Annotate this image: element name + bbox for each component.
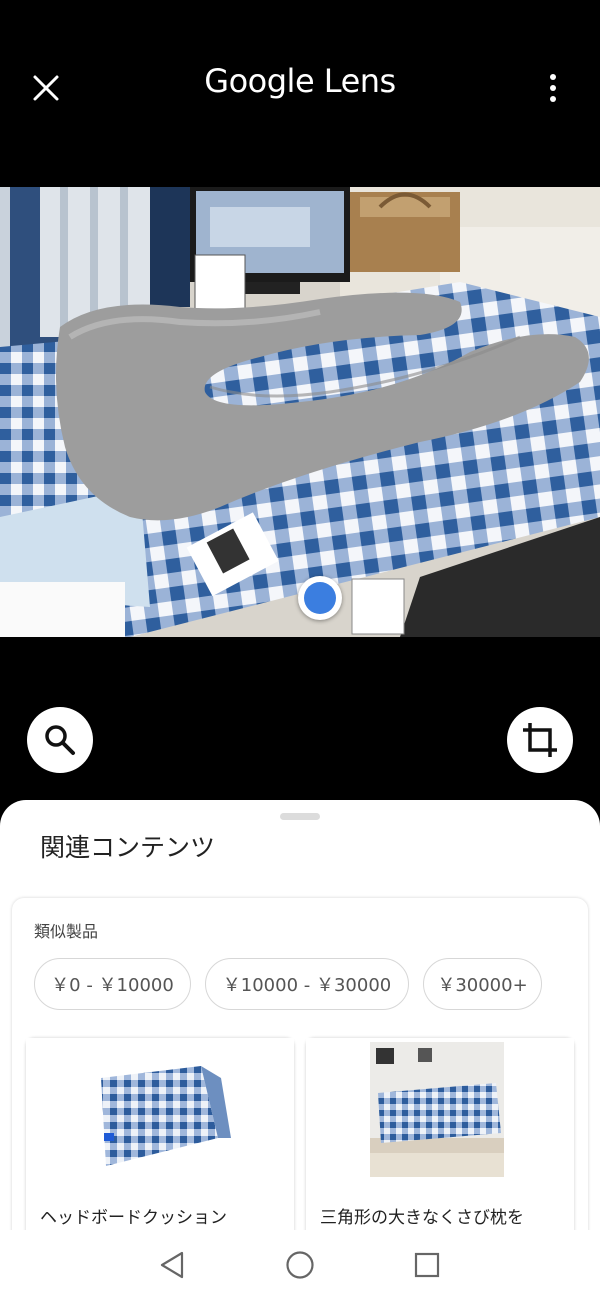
top-bar: Google Lens [0, 0, 600, 180]
product-image [26, 1038, 294, 1188]
more-vert-icon [550, 74, 556, 80]
captured-photo[interactable] [0, 187, 600, 637]
object-focus-dot[interactable] [298, 576, 342, 620]
product-card[interactable]: ヘッドボードクッション [26, 1038, 294, 1230]
nav-recents-button[interactable] [410, 1248, 444, 1282]
similar-products-card: 類似製品 ￥0 - ￥10000 ￥10000 - ￥30000 ￥30000+ [12, 898, 588, 1230]
product-name: 三角形の大きなくさび枕を [320, 1208, 524, 1228]
system-nav-bar [0, 1230, 600, 1300]
sheet-title: 関連コンテンツ [40, 833, 216, 862]
photo-image [0, 187, 600, 637]
nav-back-button[interactable] [155, 1248, 189, 1282]
nav-home-button[interactable] [283, 1248, 317, 1282]
product-name: ヘッドボードクッション [40, 1208, 227, 1228]
results-sheet[interactable]: 関連コンテンツ 類似製品 ￥0 - ￥10000 ￥10000 - ￥30000… [0, 800, 600, 1230]
recents-icon [414, 1252, 440, 1278]
back-icon [160, 1251, 184, 1279]
more-options-button[interactable] [536, 68, 570, 108]
price-chip-mid[interactable]: ￥10000 - ￥30000 [205, 958, 409, 1010]
search-icon [45, 725, 75, 755]
home-icon [286, 1251, 314, 1279]
sheet-drag-handle[interactable] [280, 813, 320, 820]
app-title: Google Lens [204, 62, 396, 100]
price-chip-high[interactable]: ￥30000+ [423, 958, 542, 1010]
section-label: 類似製品 [34, 922, 99, 941]
crop-icon [523, 723, 557, 757]
search-button[interactable] [27, 707, 93, 773]
product-image [306, 1038, 574, 1188]
price-chip-low[interactable]: ￥0 - ￥10000 [34, 958, 191, 1010]
crop-button[interactable] [507, 707, 573, 773]
product-card[interactable]: 三角形の大きなくさび枕を [306, 1038, 574, 1230]
